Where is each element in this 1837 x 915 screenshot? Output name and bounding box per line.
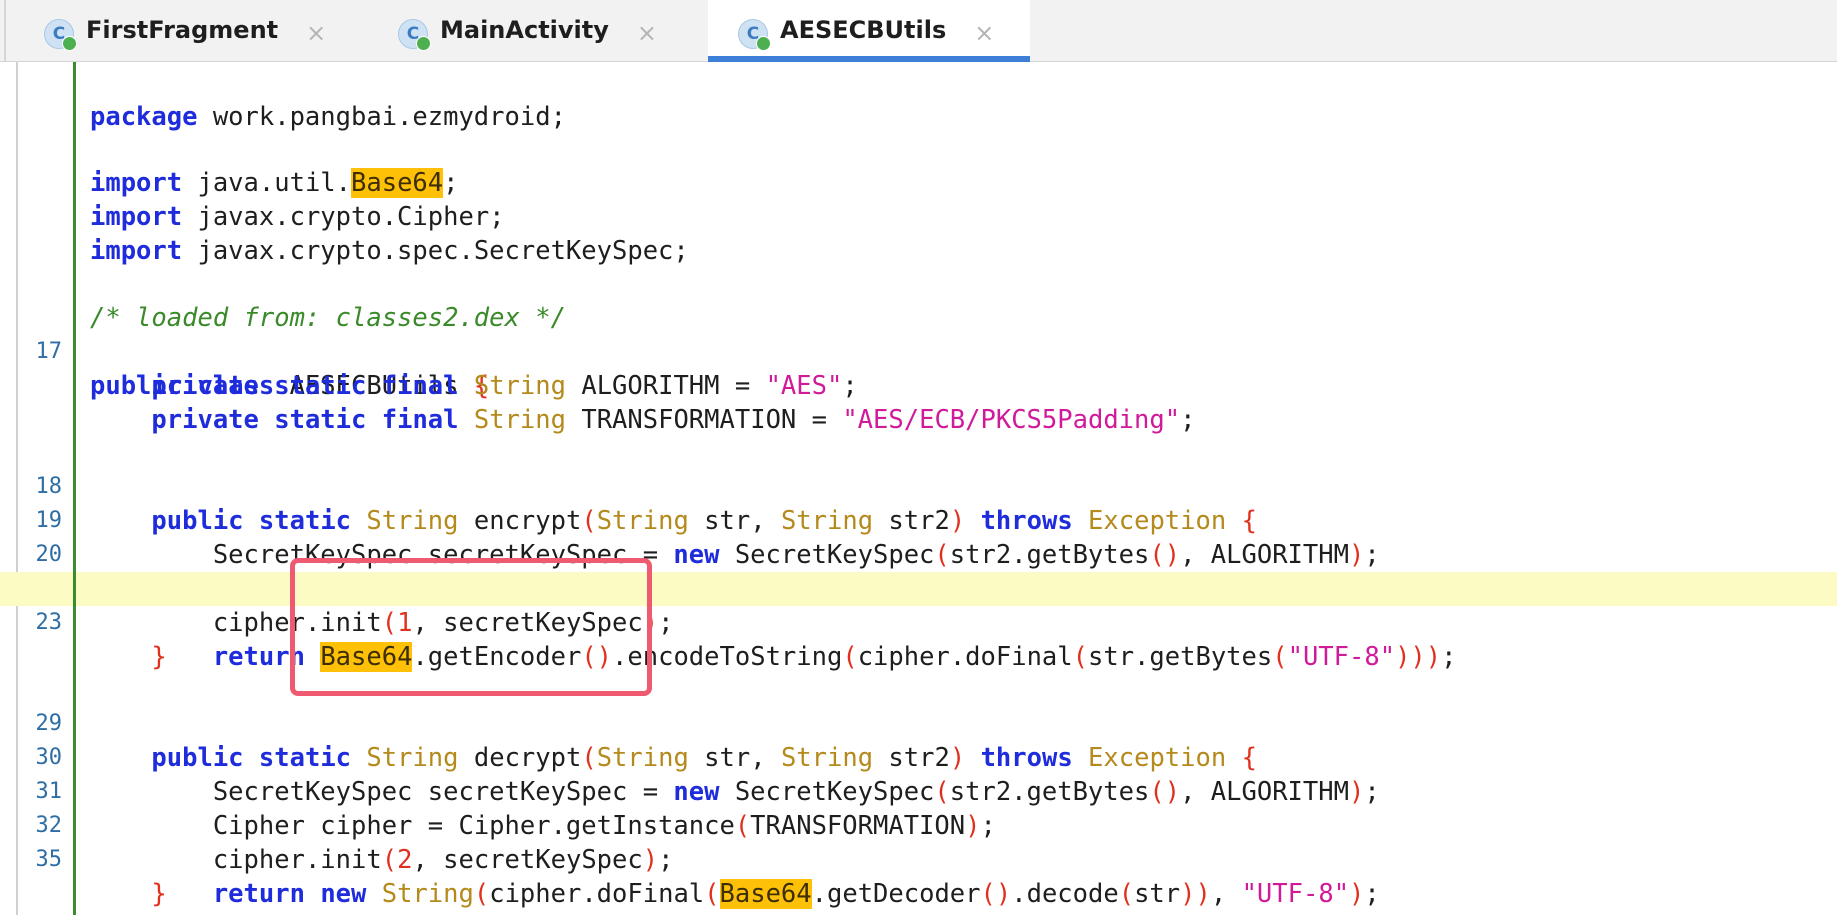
status-dot-icon — [756, 36, 771, 51]
code-line: private static final String ALGORITHM = … — [0, 335, 1837, 401]
close-icon[interactable]: × — [637, 19, 657, 47]
code-line: 19 SecretKeySpec secretKeySpec = new Sec… — [0, 470, 1837, 570]
tab-bar-edge — [4, 0, 6, 62]
code-line: package work.pangbai.ezmydroid; — [0, 66, 1837, 132]
annotation-highlight-box — [290, 558, 652, 696]
ide-window: C FirstFragment × C MainActivity × C AES… — [0, 0, 1837, 915]
editor-tab-bar: C FirstFragment × C MainActivity × C AES… — [0, 0, 1837, 62]
code-line: 30 SecretKeySpec secretKeySpec = new Sec… — [0, 707, 1837, 807]
status-dot-icon — [62, 36, 77, 51]
code-line: 21 cipher.init(1, secretKeySpec); — [0, 538, 1837, 638]
code-line-current: 23 return Base64.getEncoder().encodeToSt… — [0, 572, 1837, 672]
code-line: 29 public static String decrypt(String s… — [0, 673, 1837, 773]
tab-aesecbutils[interactable]: C AESECBUtils × — [708, 0, 1030, 62]
code-line: 31 Cipher cipher = Cipher.getInstance(TR… — [0, 741, 1837, 841]
code-line: 18 public static String encrypt(String s… — [0, 436, 1837, 536]
code-line: /* loaded from: classes2.dex */ — [0, 267, 1837, 333]
code-line: 35 return new String(cipher.doFinal(Base… — [0, 809, 1837, 909]
code-line: 20 Cipher cipher = Cipher.getInstance(TR… — [0, 504, 1837, 604]
class-icon: C — [738, 19, 771, 51]
status-dot-icon — [416, 36, 431, 51]
code-text: private static final String TRANSFORMATI… — [151, 405, 1196, 435]
tab-mainactivity[interactable]: C MainActivity × — [398, 0, 657, 62]
gutter-change-marker — [73, 62, 76, 915]
tab-firstfragment[interactable]: C FirstFragment × — [44, 0, 326, 62]
code-text: package work.pangbai.ezmydroid; — [90, 102, 566, 132]
code-text: } — [90, 911, 105, 915]
close-icon[interactable]: × — [974, 19, 994, 47]
code-editor[interactable]: package work.pangbai.ezmydroid; import j… — [0, 62, 1837, 915]
tab-label: AESECBUtils — [780, 16, 947, 44]
code-line: import java.util.Base64; — [0, 132, 1837, 198]
code-line: import javax.crypto.spec.SecretKeySpec; — [0, 200, 1837, 266]
code-text: } — [151, 642, 167, 672]
code-line: import javax.crypto.Cipher; — [0, 166, 1837, 232]
code-line: private static final String TRANSFORMATI… — [0, 369, 1837, 435]
code-line: } — [0, 606, 1837, 672]
code-line: 32 cipher.init(2, secretKeySpec); — [0, 775, 1837, 875]
class-icon: C — [398, 19, 431, 51]
close-icon[interactable]: × — [306, 19, 326, 47]
code-text: import javax.crypto.spec.SecretKeySpec; — [90, 236, 689, 266]
class-icon: C — [44, 19, 77, 51]
tab-label: FirstFragment — [86, 16, 279, 44]
code-line: 17 public class AESECBUtils { — [0, 301, 1837, 401]
code-line: } — [0, 843, 1837, 909]
tab-label: MainActivity — [440, 16, 609, 44]
code-line: } — [0, 877, 1837, 915]
